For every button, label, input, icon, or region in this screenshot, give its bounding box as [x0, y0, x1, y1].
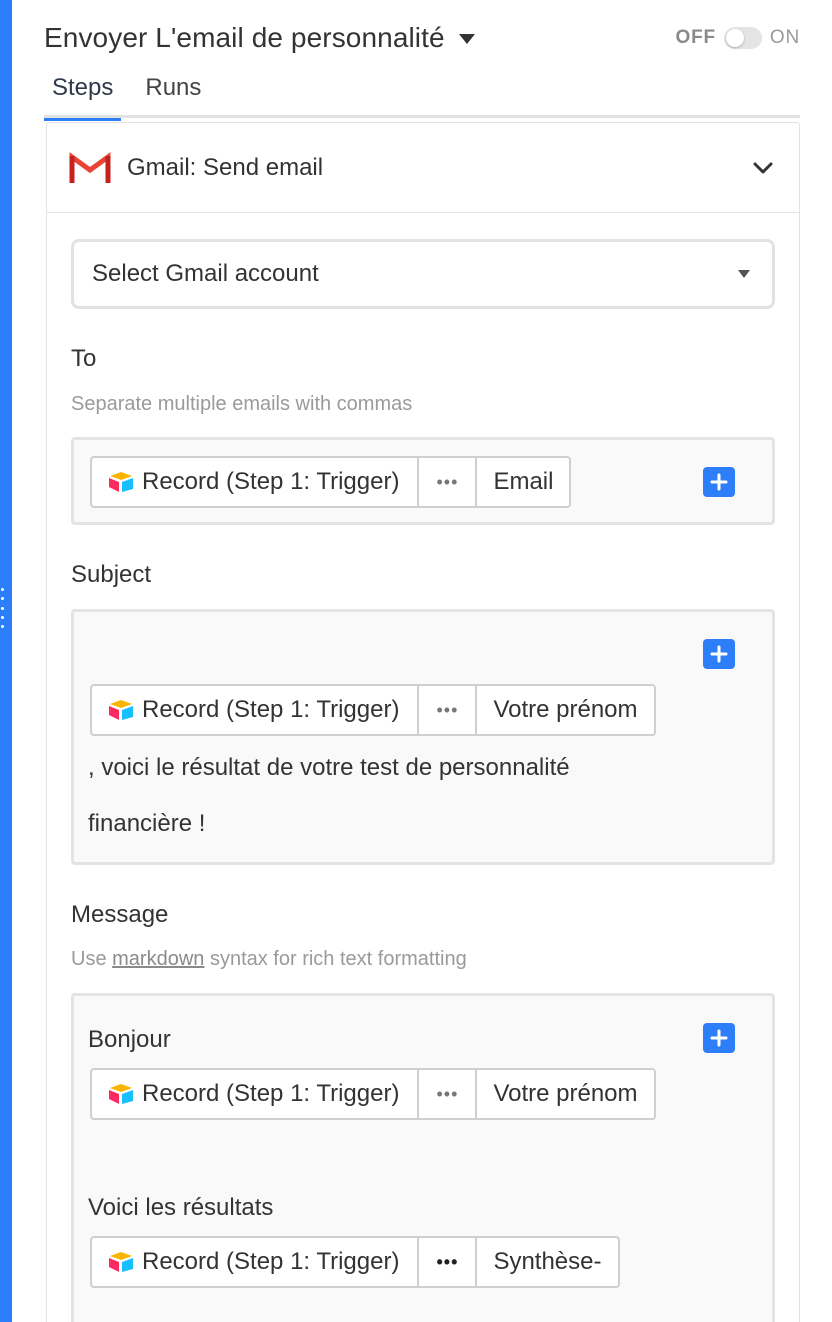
chevron-down-icon[interactable] [753, 161, 773, 175]
step-header[interactable]: Gmail: Send email [47, 123, 799, 213]
token-source-label: Record (Step 1: Trigger) [142, 1080, 400, 1107]
token-more-button[interactable]: ••• [417, 1238, 475, 1286]
to-label: To [71, 345, 97, 372]
tab-runs[interactable]: Runs [137, 70, 209, 118]
header: Envoyer L'email de personnalité OFF ON [44, 18, 800, 58]
tab-bar: Steps Runs [44, 70, 800, 121]
to-add-button[interactable] [703, 467, 735, 497]
automation-toggle[interactable]: OFF ON [675, 27, 800, 49]
message-label: Message [71, 901, 169, 928]
message-token-2[interactable]: Record (Step 1: Trigger) ••• Synthèse- [90, 1236, 620, 1288]
token-source-label: Record (Step 1: Trigger) [142, 1248, 400, 1275]
message-hint: Use markdown syntax for rich text format… [71, 948, 467, 970]
tab-steps[interactable]: Steps [44, 70, 122, 121]
subject-add-button[interactable] [703, 639, 735, 669]
plus-icon [710, 645, 728, 663]
subject-text-line1: , voici le résultat de votre test de per… [88, 754, 570, 781]
to-token[interactable]: Record (Step 1: Trigger) ••• Email [90, 456, 572, 508]
to-hint: Separate multiple emails with commas [71, 393, 413, 415]
toggle-knob [725, 29, 744, 47]
to-field[interactable]: Record (Step 1: Trigger) ••• Email [71, 437, 775, 525]
gmail-account-select-value: Select Gmail account [92, 260, 319, 287]
token-field-label: Votre prénom [475, 686, 653, 734]
airtable-icon [109, 1252, 133, 1272]
message-greeting: Bonjour [88, 1026, 171, 1053]
select-caret-icon [738, 270, 750, 278]
token-field-label: Email [475, 458, 569, 506]
message-field[interactable]: Bonjour Record (Step 1: Trigger) ••• Vot… [71, 993, 775, 1322]
token-field-label: Votre prénom [475, 1070, 653, 1118]
message-token-1[interactable]: Record (Step 1: Trigger) ••• Votre préno… [90, 1068, 656, 1120]
page-title: Envoyer L'email de personnalité [44, 22, 445, 53]
toggle-on-label: ON [769, 27, 800, 48]
markdown-link[interactable]: markdown [112, 948, 204, 970]
subject-text-line2: financière ! [88, 810, 206, 837]
token-more-button[interactable]: ••• [417, 686, 475, 734]
token-more-button[interactable]: ••• [417, 1070, 475, 1118]
plus-icon [710, 1029, 728, 1047]
token-field-label: Synthèse- [475, 1238, 617, 1286]
token-source-label: Record (Step 1: Trigger) [142, 468, 400, 495]
subject-field[interactable]: Record (Step 1: Trigger) ••• Votre préno… [71, 609, 775, 865]
left-accent-bar [0, 0, 12, 1322]
subject-label: Subject [71, 561, 152, 588]
step-title: Gmail: Send email [127, 153, 324, 181]
gmail-icon [69, 151, 111, 183]
resize-handle[interactable] [0, 588, 4, 628]
token-more-button[interactable]: ••• [417, 458, 475, 506]
toggle-off-label: OFF [675, 27, 716, 48]
message-results-text: Voici les résultats [88, 1194, 274, 1221]
message-add-button[interactable] [703, 1023, 735, 1053]
step-panel: Gmail: Send email Select Gmail account T… [46, 122, 800, 1322]
airtable-icon [109, 1084, 133, 1104]
airtable-icon [109, 472, 133, 492]
token-source-label: Record (Step 1: Trigger) [142, 696, 400, 723]
title-dropdown[interactable]: Envoyer L'email de personnalité [44, 22, 475, 54]
gmail-account-select[interactable]: Select Gmail account [71, 239, 775, 309]
toggle-switch[interactable] [723, 27, 762, 49]
plus-icon [710, 473, 728, 491]
airtable-icon [109, 700, 133, 720]
caret-down-icon [458, 34, 475, 44]
subject-token[interactable]: Record (Step 1: Trigger) ••• Votre préno… [90, 684, 656, 736]
